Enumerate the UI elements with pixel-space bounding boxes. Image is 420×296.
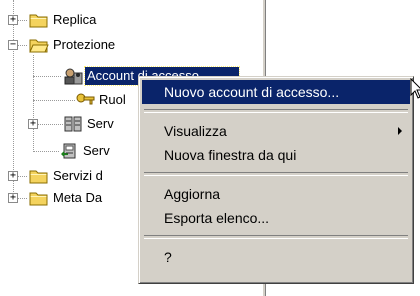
collapse-protezione-button[interactable]: − xyxy=(8,40,18,50)
context-menu: Nuovo account di accesso... Visualizza N… xyxy=(138,76,414,284)
menu-item-nuova-finestra[interactable]: Nuova finestra da qui xyxy=(142,143,410,167)
menu-item-label: Aggiorna xyxy=(164,186,221,202)
tree-guide-line xyxy=(13,0,14,198)
tree-guide-line xyxy=(33,151,59,152)
remote-server-icon xyxy=(59,142,79,160)
menu-item-label: Nuova finestra da qui xyxy=(164,147,297,163)
key-icon xyxy=(75,91,95,109)
folder-icon xyxy=(29,167,49,185)
tree-guide-line xyxy=(33,100,75,101)
tree-item-label: Serv xyxy=(87,116,114,131)
login-accounts-icon xyxy=(63,67,83,85)
tree-guide-line xyxy=(33,55,34,152)
menu-separator xyxy=(144,172,408,176)
tree-item-label: Serv xyxy=(83,143,110,158)
tree-guide-line xyxy=(33,76,61,77)
expand-meta-data-button[interactable]: + xyxy=(8,193,18,203)
menu-separator xyxy=(144,235,408,239)
folder-open-icon xyxy=(29,36,49,54)
tree-item-label: Meta Da xyxy=(53,190,103,205)
expand-servizi-button[interactable]: + xyxy=(8,171,18,181)
menu-item-label: ? xyxy=(164,249,172,265)
menu-item-visualizza[interactable]: Visualizza xyxy=(142,119,410,143)
menu-separator xyxy=(144,109,408,113)
tree-item-label: Protezione xyxy=(53,37,116,52)
folder-icon xyxy=(29,189,49,207)
expand-replica-button[interactable]: + xyxy=(8,15,18,25)
tree-item-label: Ruol xyxy=(99,92,126,107)
menu-item-label: Nuovo account di accesso... xyxy=(164,84,340,100)
tree-item-label: Servizi d xyxy=(53,168,103,183)
expand-server-collegati-button[interactable]: + xyxy=(28,119,38,129)
tree-item-label: Replica xyxy=(53,12,97,27)
submenu-arrow-icon xyxy=(398,127,402,135)
mouse-cursor-icon xyxy=(410,78,420,99)
database-servers-icon xyxy=(63,115,83,133)
folder-icon xyxy=(29,11,49,29)
menu-item-esporta-elenco[interactable]: Esporta elenco... xyxy=(142,206,410,230)
menu-item-aggiorna[interactable]: Aggiorna xyxy=(142,182,410,206)
menu-item-nuovo-account[interactable]: Nuovo account di accesso... xyxy=(142,80,410,104)
menu-item-label: Visualizza xyxy=(164,123,227,139)
menu-item-help[interactable]: ? xyxy=(142,245,410,269)
menu-item-label: Esporta elenco... xyxy=(164,210,270,226)
